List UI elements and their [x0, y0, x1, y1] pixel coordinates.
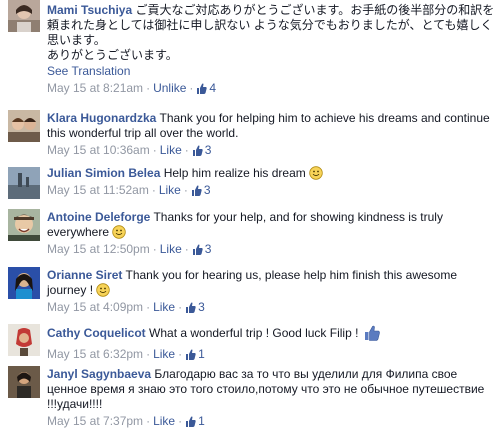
timestamp[interactable]: May 15 at 7:37pm	[47, 414, 143, 428]
comment-text: Cathy Coquelicot What a wonderful trip !…	[47, 325, 496, 345]
comment-text: Mami Tsuchiya ご貢大なご対応ありがとうございます。お手紙の後半部分…	[47, 3, 495, 62]
commenter-name[interactable]: Janyl Sagynbaeva	[47, 367, 151, 381]
comment-meta: May 15 at 6:32pm · Like · 1	[47, 347, 496, 364]
commenter-name[interactable]: Klara Hugonardzka	[47, 111, 156, 125]
thumbs-up-icon	[185, 349, 196, 364]
smiley-emoticon-icon	[309, 166, 323, 180]
commenter-name[interactable]: Julian Simion Belea	[47, 166, 160, 180]
thumbs-up-icon	[192, 145, 203, 160]
thumbs-up-icon	[196, 83, 208, 98]
comment-meta: May 15 at 7:37pm · Like · 1	[47, 414, 496, 431]
like-count[interactable]: 3	[191, 183, 211, 197]
comment-meta: May 15 at 11:52am · Like · 3	[47, 183, 496, 200]
comment-text: Julian Simion Belea Help him realize his…	[47, 166, 496, 181]
like-count[interactable]: 3	[192, 143, 211, 160]
avatar[interactable]	[8, 324, 40, 356]
like-count[interactable]: 3	[192, 242, 211, 259]
timestamp[interactable]: May 15 at 11:52am	[47, 183, 149, 197]
thumbs-up-icon	[192, 244, 203, 259]
like-button[interactable]: Like	[159, 183, 181, 197]
smiley-emoticon-icon	[96, 283, 111, 297]
commenter-name[interactable]: Antoine Deleforge	[47, 210, 150, 224]
commenter-name[interactable]: Mami Tsuchiya	[47, 3, 132, 17]
timestamp[interactable]: May 15 at 8:21am	[47, 81, 143, 95]
timestamp[interactable]: May 15 at 10:36am	[47, 143, 150, 157]
like-button[interactable]: Like	[153, 347, 175, 361]
thumbs-up-icon	[185, 416, 196, 431]
timestamp[interactable]: May 15 at 6:32pm	[47, 347, 143, 361]
comment-meta: May 15 at 10:36am · Like · 3	[47, 143, 496, 160]
avatar[interactable]	[8, 0, 40, 32]
like-button[interactable]: Like	[160, 143, 182, 157]
smiley-emoticon-icon	[112, 225, 127, 239]
see-translation-link[interactable]: See Translation	[47, 64, 130, 79]
timestamp[interactable]: May 15 at 4:09pm	[47, 300, 143, 314]
comment-text: Orianne Siret Thank you for hearing us, …	[47, 268, 457, 297]
commenter-name[interactable]: Cathy Coquelicot	[47, 326, 146, 340]
like-count[interactable]: 1	[185, 414, 205, 428]
commenter-name[interactable]: Orianne Siret	[47, 268, 122, 282]
comment-text: Janyl Sagynbaeva Благодарю вас за то что…	[47, 367, 485, 411]
comment-text: Antoine Deleforge Thanks for your help, …	[47, 210, 443, 239]
comment-meta: May 15 at 8:21am · Unlike · 4	[47, 81, 496, 98]
like-button[interactable]: Like	[153, 300, 175, 314]
like-count[interactable]: 4	[196, 81, 216, 95]
thumbs-up-emoticon-icon	[364, 325, 380, 345]
comment-list: Mami Tsuchiya ご貢大なご対応ありがとうございます。お手紙の後半部分…	[0, 0, 502, 435]
unlike-button[interactable]: Unlike	[153, 81, 186, 95]
like-button[interactable]: Like	[160, 242, 182, 256]
thumbs-up-icon	[191, 185, 202, 200]
avatar[interactable]	[8, 209, 40, 241]
like-button[interactable]: Like	[153, 414, 175, 428]
timestamp[interactable]: May 15 at 12:50pm	[47, 242, 150, 256]
avatar[interactable]	[8, 110, 40, 142]
avatar[interactable]	[8, 167, 40, 199]
comment-text: Klara Hugonardzka Thank you for helping …	[47, 111, 490, 140]
comment-meta: May 15 at 4:09pm · Like · 3	[47, 300, 496, 317]
like-count[interactable]: 1	[185, 347, 205, 361]
comment-meta: May 15 at 12:50pm · Like · 3	[47, 242, 496, 259]
avatar[interactable]	[8, 366, 40, 398]
avatar[interactable]	[8, 267, 40, 299]
like-count[interactable]: 3	[185, 300, 205, 314]
thumbs-up-icon	[185, 302, 196, 317]
